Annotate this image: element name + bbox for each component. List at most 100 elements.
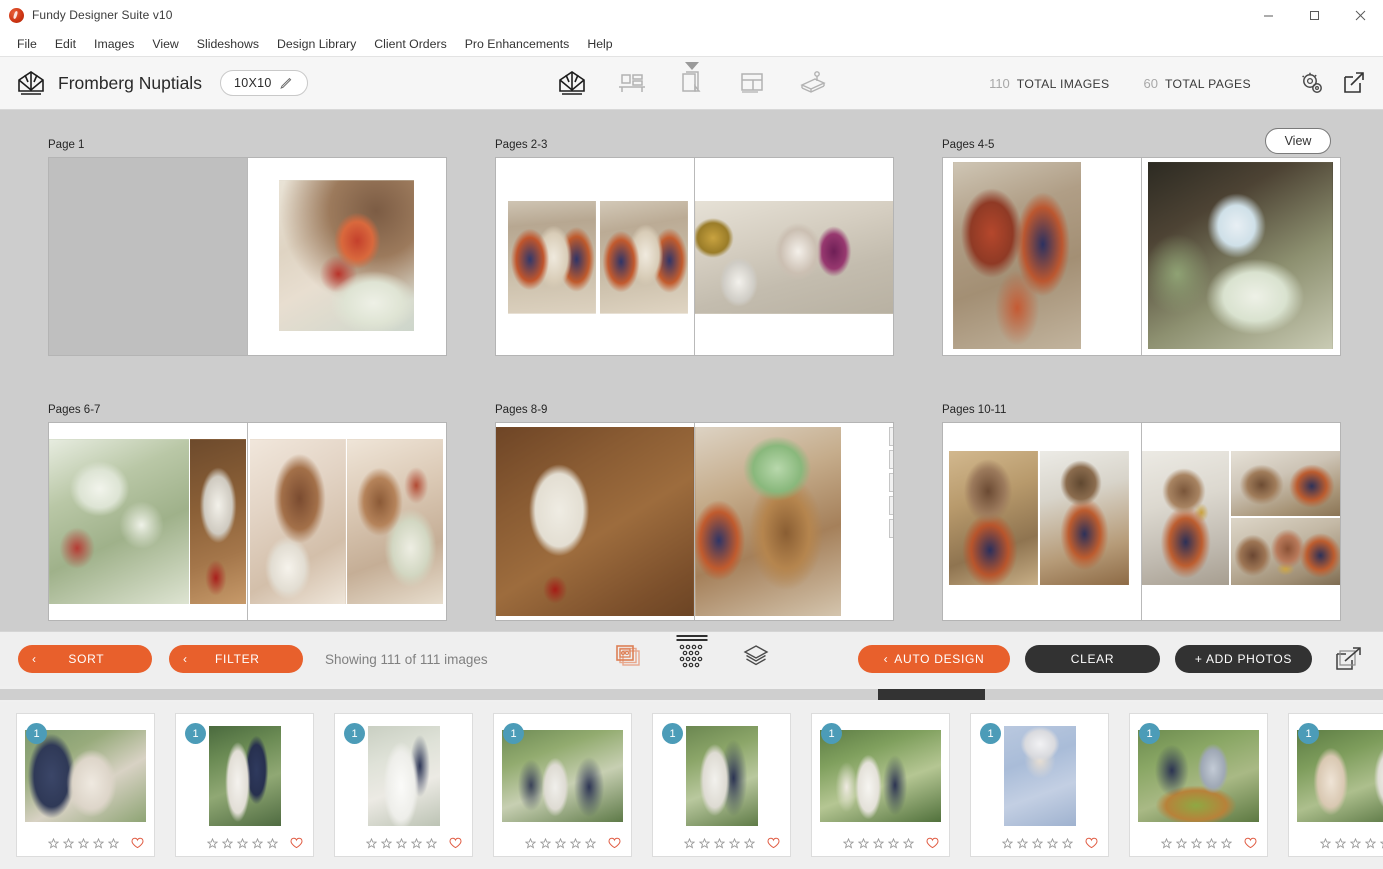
filmstrip-scrollbar-thumb[interactable] [878, 689, 985, 700]
star-outline-icon[interactable] [47, 836, 60, 849]
star-outline-icon[interactable] [236, 836, 249, 849]
spread-canvas[interactable] [495, 422, 894, 621]
spread-pages-6-7[interactable]: Pages 6-7 [48, 404, 447, 621]
photo-cell[interactable] [49, 438, 190, 605]
thumbnail-5[interactable]: 1 [652, 713, 791, 857]
layout-spread-tool[interactable] [889, 496, 893, 515]
photo-cell[interactable] [279, 179, 415, 332]
star-outline-icon[interactable] [1016, 836, 1029, 849]
menu-view[interactable]: View [143, 34, 187, 54]
thumbnail-2[interactable]: 1 [175, 713, 314, 857]
photo-cell[interactable] [694, 426, 842, 617]
star-outline-icon[interactable] [1334, 836, 1347, 849]
stamp-design-tool[interactable] [795, 68, 829, 98]
thumbnail-image[interactable] [1003, 726, 1076, 826]
view-toggle-button[interactable]: View [1265, 128, 1331, 154]
star-outline-icon[interactable] [857, 836, 870, 849]
heart-outline-icon[interactable] [926, 836, 939, 848]
maximize-button[interactable] [1291, 0, 1337, 31]
album-design-tool[interactable] [555, 68, 589, 98]
spread-canvas[interactable] [942, 157, 1341, 356]
photo-cell[interactable] [952, 161, 1082, 350]
star-outline-icon[interactable] [1001, 836, 1014, 849]
star-outline-icon[interactable] [1061, 836, 1074, 849]
star-outline-icon[interactable] [410, 836, 423, 849]
wall-design-tool[interactable] [615, 68, 649, 98]
photo-filmstrip[interactable]: 1 1 1 1 1 1 1 1 1 [0, 702, 1383, 869]
heart-outline-icon[interactable] [131, 836, 144, 848]
menu-pro-enhancements[interactable]: Pro Enhancements [456, 34, 579, 54]
album-size-selector[interactable]: 10X10 [219, 70, 308, 96]
photo-cell[interactable] [948, 450, 1038, 585]
star-outline-icon[interactable] [92, 836, 105, 849]
photo-cell[interactable] [346, 438, 444, 605]
auto-design-button[interactable]: ‹ AUTO DESIGN [858, 645, 1010, 673]
page-left-blank[interactable] [49, 158, 248, 355]
page-right[interactable] [247, 423, 446, 620]
star-outline-icon[interactable] [698, 836, 711, 849]
close-window-button[interactable] [1337, 0, 1383, 31]
star-outline-icon[interactable] [1160, 836, 1173, 849]
minimize-button[interactable] [1245, 0, 1291, 31]
star-outline-icon[interactable] [251, 836, 264, 849]
thumbnail-7[interactable]: 1 [970, 713, 1109, 857]
panel-drag-handle[interactable] [676, 635, 707, 642]
sort-button[interactable]: ‹ SORT [18, 645, 152, 673]
star-outline-icon[interactable] [1319, 836, 1332, 849]
spread-pages-8-9[interactable]: Pages 8-9 [495, 404, 894, 621]
thumbnail-image[interactable] [820, 730, 941, 822]
spread-canvas[interactable] [495, 157, 894, 356]
star-outline-icon[interactable] [1190, 836, 1203, 849]
page-left[interactable] [49, 423, 248, 620]
star-outline-icon[interactable] [554, 836, 567, 849]
star-outline-icon[interactable] [842, 836, 855, 849]
star-outline-icon[interactable] [1175, 836, 1188, 849]
clear-button[interactable]: CLEAR [1025, 645, 1160, 673]
add-photos-button[interactable]: + ADD PHOTOS [1175, 645, 1312, 673]
star-outline-icon[interactable] [395, 836, 408, 849]
dot-grid-view-icon[interactable] [677, 642, 707, 670]
thumbnail-3[interactable]: 1 [334, 713, 473, 857]
photo-cell[interactable] [1230, 450, 1340, 516]
spread-canvas[interactable] [942, 422, 1341, 621]
thumbnail-9[interactable]: 1 [1288, 713, 1383, 857]
photo-cell[interactable] [1141, 450, 1229, 585]
move-spread-tool[interactable] [889, 427, 893, 446]
photo-cell[interactable] [1039, 450, 1129, 585]
page-left[interactable] [943, 158, 1142, 355]
star-outline-icon[interactable] [569, 836, 582, 849]
photo-cell[interactable] [694, 201, 893, 314]
thumbnail-image[interactable] [685, 726, 758, 826]
thumbnail-image[interactable] [1138, 730, 1259, 822]
spread-pages-10-11[interactable]: Pages 10-11 [942, 404, 1341, 621]
delete-spread-tool[interactable] [889, 519, 893, 538]
heart-outline-icon[interactable] [449, 836, 462, 848]
menu-images[interactable]: Images [85, 34, 143, 54]
star-outline-icon[interactable] [872, 836, 885, 849]
menu-design-library[interactable]: Design Library [268, 34, 365, 54]
gear-settings-icon[interactable] [1297, 68, 1327, 98]
star-outline-icon[interactable] [728, 836, 741, 849]
export-image-icon[interactable] [1333, 645, 1365, 673]
heart-outline-icon[interactable] [767, 836, 780, 848]
heart-outline-icon[interactable] [1244, 836, 1257, 848]
thumbnail-8[interactable]: 1 [1129, 713, 1268, 857]
star-outline-icon[interactable] [1349, 836, 1362, 849]
page-right[interactable] [694, 158, 893, 355]
star-outline-icon[interactable] [584, 836, 597, 849]
heart-outline-icon[interactable] [290, 836, 303, 848]
spread-pages-2-3[interactable]: Pages 2-3 [495, 139, 894, 356]
photo-cell[interactable] [1148, 161, 1334, 350]
star-outline-icon[interactable] [365, 836, 378, 849]
filmstrip-scrollbar-track[interactable] [0, 689, 1383, 700]
star-outline-icon[interactable] [380, 836, 393, 849]
star-outline-icon[interactable] [206, 836, 219, 849]
layout-design-tool[interactable] [735, 68, 769, 98]
star-outline-icon[interactable] [425, 836, 438, 849]
star-outline-icon[interactable] [1364, 836, 1377, 849]
rotate-spread-tool[interactable] [889, 450, 893, 469]
image-stack-view-icon[interactable] [613, 642, 643, 670]
page-left[interactable] [943, 423, 1142, 620]
star-outline-icon[interactable] [743, 836, 756, 849]
photo-cell[interactable] [599, 201, 688, 314]
